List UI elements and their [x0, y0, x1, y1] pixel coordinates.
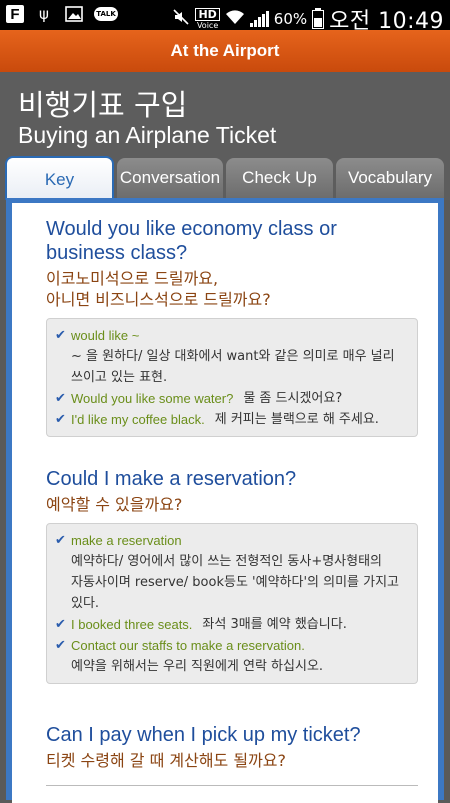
- explanation-text: 예약하다/ 영어에서 많이 쓰는 전형적인 동사+명사형태의: [71, 554, 383, 569]
- explanation-box: ✔ make a reservation 예약하다/ 영어에서 많이 쓰는 전형…: [46, 523, 418, 684]
- explanation-box: ✔ would like ~ ~ 을 원하다/ 일상 대화에서 want와 같은…: [46, 318, 418, 437]
- explanation-text: 있다.: [71, 596, 100, 611]
- expression-section: Can I pay when I pick up my ticket? 티켓 수…: [46, 723, 418, 771]
- example-english: would like ~: [71, 328, 140, 343]
- status-bar: F ψ TALK HD Voice 60% 오전 10:49: [0, 0, 450, 34]
- list-item: ✔ would like ~: [55, 325, 409, 346]
- section-divider: [46, 785, 418, 786]
- question-korean: 이코노미석으로 드릴까요, 아니면 비즈니스석으로 드릴까요?: [46, 268, 418, 310]
- example-english: make a reservation: [71, 533, 182, 548]
- content-panel[interactable]: Would you like economy class or business…: [12, 203, 438, 803]
- signal-icon: [249, 11, 269, 27]
- lesson-title-korean: 비행기표 구입: [18, 88, 188, 122]
- list-item: ✔ Contact our staffs to make a reservati…: [55, 635, 409, 656]
- list-item: ✔ I'd like my coffee black. 제 커피는 블랙으로 해…: [55, 409, 409, 430]
- check-icon: ✔: [55, 391, 66, 406]
- list-item: ✔ I booked three seats. 좌석 3매를 예약 했습니다.: [55, 614, 409, 635]
- question-english: Would you like economy class or business…: [46, 218, 337, 264]
- check-icon: ✔: [55, 638, 66, 653]
- expression-section: Would you like economy class or business…: [46, 217, 418, 437]
- mute-icon: [172, 8, 190, 30]
- battery-percent: 60%: [273, 10, 308, 28]
- example-korean: 제 커피는 블랙으로 해 주세요.: [214, 412, 379, 427]
- question-korean: 티켓 수령해 갈 때 계산해도 될까요?: [46, 751, 287, 770]
- question-korean-line: 아니면 비즈니스석으로 드릴까요?: [46, 290, 271, 309]
- tab-bar: Key Expression Conversation Check Up Voc…: [0, 156, 450, 233]
- example-korean: 물 좀 드시겠어요?: [243, 391, 343, 406]
- question-english: Can I pay when I pick up my ticket?: [46, 724, 361, 746]
- tab-key-expression[interactable]: Key Expression: [5, 156, 114, 233]
- example-english: I booked three seats.: [71, 617, 193, 632]
- question-english: Could I make a reservation?: [46, 468, 297, 490]
- notification-icons: F ψ TALK: [6, 4, 118, 24]
- example-korean: 좌석 3매를 예약 했습니다.: [202, 617, 347, 632]
- image-icon: [64, 4, 84, 24]
- list-item: ✔ Would you like some water? 물 좀 드시겠어요?: [55, 388, 409, 409]
- tab-conversation[interactable]: Conversation: [117, 158, 223, 198]
- lesson-title-english: Buying an Airplane Ticket: [18, 122, 277, 148]
- tab-check-up[interactable]: Check Up: [226, 158, 333, 198]
- check-icon: ✔: [55, 412, 66, 427]
- usb-icon: ψ: [39, 5, 49, 23]
- example-english: Contact our staffs to make a reservation…: [71, 638, 305, 653]
- content-frame: Would you like economy class or business…: [6, 198, 444, 803]
- wifi-icon: [225, 9, 245, 29]
- facebook-icon: F: [6, 5, 24, 23]
- hd-voice-icon: HD Voice: [195, 8, 220, 30]
- list-item: ✔ make a reservation: [55, 530, 409, 551]
- check-icon: ✔: [55, 617, 66, 632]
- explanation-text: 예약을 위해서는 우리 직원에게 연락 하십시오.: [71, 659, 324, 674]
- battery-icon: [312, 7, 325, 29]
- check-icon: ✔: [55, 328, 66, 343]
- app-title: At the Airport: [170, 41, 280, 60]
- expression-section: Could I make a reservation? 예약할 수 있을까요? …: [46, 467, 418, 684]
- kakaotalk-icon: TALK: [94, 7, 118, 21]
- explanation-text: 쓰이고 있는 표현.: [71, 370, 168, 385]
- question-korean-line: 이코노미석으로 드릴까요,: [46, 269, 219, 288]
- question-korean: 예약할 수 있을까요?: [46, 495, 183, 514]
- example-english: I'd like my coffee black.: [71, 412, 205, 427]
- check-icon: ✔: [55, 533, 66, 548]
- explanation-text: 자동사이며 reserve/ book등도 '예약하다'의 의미를 가지고: [71, 575, 400, 590]
- app-title-bar: At the Airport: [0, 30, 450, 72]
- explanation-text: ~ 을 원하다/ 일상 대화에서 want와 같은 의미로 매우 널리: [71, 349, 395, 364]
- example-english: Would you like some water?: [71, 391, 234, 406]
- tab-vocabulary[interactable]: Vocabulary: [336, 158, 444, 198]
